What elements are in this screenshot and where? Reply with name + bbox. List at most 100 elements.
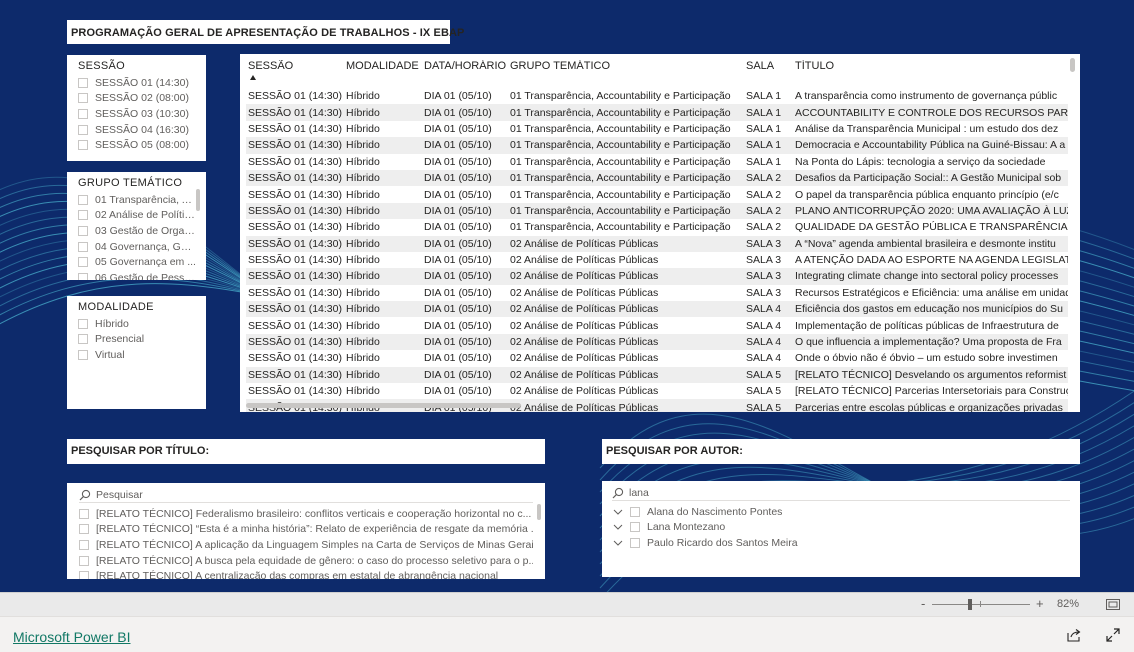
checkbox[interactable] bbox=[630, 522, 640, 533]
list-item[interactable]: [RELATO TÉCNICO] A centralização das com… bbox=[79, 568, 533, 579]
cell-sala: SALA 1 bbox=[746, 155, 782, 168]
checkbox[interactable] bbox=[78, 77, 88, 88]
checkbox[interactable] bbox=[79, 508, 89, 519]
table-row[interactable]: SESSÃO 01 (14:30) Híbrido DIA 01 (05/10) 02… bbox=[246, 252, 1068, 268]
fullscreen-icon[interactable] bbox=[1106, 628, 1120, 642]
checkbox[interactable] bbox=[78, 140, 88, 151]
table-row[interactable]: SESSÃO 01 (14:30) Híbrido DIA 01 (05/10) 01… bbox=[246, 88, 1068, 104]
column-header-modalidade[interactable]: MODALIDADE bbox=[344, 60, 422, 88]
cell-sessao: SESSÃO 01 (14:30) bbox=[248, 204, 342, 217]
chevron-down-icon[interactable] bbox=[612, 522, 624, 532]
zoom-bar: - + 82% bbox=[0, 592, 1134, 616]
checkbox[interactable] bbox=[78, 124, 88, 135]
table-row[interactable]: SESSÃO 01 (14:30) Híbrido DIA 01 (05/10) 01… bbox=[246, 137, 1068, 154]
chevron-down-icon[interactable] bbox=[612, 538, 624, 548]
list-item[interactable]: SESSÃO 03 (10:30) bbox=[78, 106, 196, 122]
table-row[interactable]: SESSÃO 01 (14:30) Híbrido DIA 01 (05/10) 02… bbox=[246, 350, 1068, 366]
author-search-slicer: Alana do Nascimento Pontes Lana Montezano… bbox=[602, 481, 1080, 577]
zoom-out-button[interactable]: - bbox=[921, 596, 925, 611]
zoom-slider-track[interactable] bbox=[932, 604, 1030, 605]
checkbox[interactable] bbox=[78, 194, 88, 205]
cell-data-horario: DIA 01 (05/10) bbox=[424, 254, 492, 267]
table-vertical-scrollbar[interactable] bbox=[1070, 58, 1075, 72]
table-row[interactable]: SESSÃO 01 (14:30) Híbrido DIA 01 (05/10) 02… bbox=[246, 383, 1068, 399]
list-item[interactable]: 05 Governança em ... bbox=[78, 254, 196, 270]
list-item[interactable]: SESSÃO 01 (14:30) bbox=[78, 75, 196, 91]
table-row[interactable]: SESSÃO 01 (14:30) Híbrido DIA 01 (05/10) 02… bbox=[246, 366, 1068, 384]
table-row[interactable]: SESSÃO 01 (14:30) Híbrido DIA 01 (05/10) 01… bbox=[246, 219, 1068, 235]
column-header-sala[interactable]: SALA bbox=[744, 60, 793, 88]
checkbox[interactable] bbox=[630, 506, 640, 517]
list-item[interactable]: Presencial bbox=[78, 332, 196, 348]
table-row[interactable]: SESSÃO 01 (14:30) Híbrido DIA 01 (05/10) 02… bbox=[246, 317, 1068, 333]
slicer-scrollbar[interactable] bbox=[196, 189, 200, 211]
cell-sala: SALA 3 bbox=[746, 237, 782, 250]
cell-data-horario: DIA 01 (05/10) bbox=[424, 106, 492, 119]
checkbox[interactable] bbox=[78, 334, 88, 345]
column-header-data-horario[interactable]: DATA/HORÁRIO bbox=[422, 60, 508, 88]
list-item[interactable]: [RELATO TÉCNICO] Federalismo brasileiro:… bbox=[79, 506, 533, 522]
table-row[interactable]: SESSÃO 01 (14:30) Híbrido DIA 01 (05/10) 01… bbox=[246, 186, 1068, 202]
column-header-titulo[interactable]: TÍTULO bbox=[793, 60, 1068, 88]
checkbox[interactable] bbox=[79, 524, 89, 535]
title-results-scrollbar[interactable] bbox=[537, 504, 541, 520]
list-item[interactable]: [RELATO TÉCNICO] A aplicação da Linguage… bbox=[79, 537, 533, 553]
power-bi-link[interactable]: Microsoft Power BI bbox=[13, 629, 130, 645]
table-row[interactable]: SESSÃO 01 (14:30) Híbrido DIA 01 (05/10) 01… bbox=[246, 121, 1068, 137]
table-horizontal-scrollbar[interactable] bbox=[246, 403, 521, 408]
checkbox[interactable] bbox=[630, 537, 640, 548]
table-row[interactable]: SESSÃO 01 (14:30) Híbrido DIA 01 (05/10) 01… bbox=[246, 154, 1068, 170]
list-item[interactable]: 03 Gestão de Organ... bbox=[78, 223, 196, 239]
checkbox[interactable] bbox=[78, 108, 88, 119]
title-search-input[interactable] bbox=[96, 488, 496, 501]
list-item[interactable]: Lana Montezano bbox=[612, 520, 1070, 536]
fit-to-page-icon[interactable] bbox=[1106, 599, 1120, 610]
checkbox[interactable] bbox=[78, 318, 88, 329]
list-item[interactable]: SESSÃO 05 (08:00) bbox=[78, 137, 196, 153]
list-item[interactable]: [RELATO TÉCNICO] A busca pela equidade d… bbox=[79, 553, 533, 569]
checkbox[interactable] bbox=[78, 93, 88, 104]
list-item[interactable]: SESSÃO 02 (08:00) bbox=[78, 91, 196, 107]
list-item[interactable]: SESSÃO 04 (16:30) bbox=[78, 122, 196, 138]
table-row[interactable]: SESSÃO 01 (14:30) Híbrido DIA 01 (05/10) 01… bbox=[246, 169, 1068, 187]
column-header-grupo-tematico[interactable]: GRUPO TEMÁTICO bbox=[508, 60, 744, 88]
cell-sessao: SESSÃO 01 (14:30) bbox=[248, 254, 342, 267]
list-item[interactable]: Híbrido bbox=[78, 316, 196, 332]
list-item[interactable]: Paulo Ricardo dos Santos Meira bbox=[612, 535, 1070, 551]
table-row[interactable]: SESSÃO 01 (14:30) Híbrido DIA 01 (05/10) 02… bbox=[246, 333, 1068, 351]
author-search-input[interactable] bbox=[629, 486, 1029, 499]
cell-data-horario: DIA 01 (05/10) bbox=[424, 204, 492, 217]
checkbox[interactable] bbox=[78, 210, 88, 221]
checkbox[interactable] bbox=[78, 349, 88, 360]
table-row[interactable]: SESSÃO 01 (14:30) Híbrido DIA 01 (05/10) 02… bbox=[246, 301, 1068, 318]
list-item[interactable]: 02 Análise de Polític... bbox=[78, 208, 196, 224]
list-item[interactable]: 06 Gestão de Pesso... bbox=[78, 270, 196, 280]
checkbox[interactable] bbox=[78, 225, 88, 236]
cell-sala: SALA 5 bbox=[746, 385, 782, 398]
cell-grupo-tematico: 01 Transparência, Accountability e Parti… bbox=[510, 155, 731, 168]
checkbox[interactable] bbox=[79, 555, 89, 566]
list-item[interactable]: Alana do Nascimento Pontes bbox=[612, 504, 1070, 520]
list-item[interactable]: 04 Governança, Gov... bbox=[78, 239, 196, 255]
checkbox[interactable] bbox=[78, 272, 88, 280]
cell-sessao: SESSÃO 01 (14:30) bbox=[248, 221, 342, 234]
checkbox[interactable] bbox=[79, 539, 89, 550]
chevron-down-icon[interactable] bbox=[612, 507, 624, 517]
checkbox[interactable] bbox=[79, 571, 89, 579]
list-item[interactable]: Virtual bbox=[78, 347, 196, 363]
zoom-in-button[interactable]: + bbox=[1036, 596, 1044, 611]
checkbox[interactable] bbox=[78, 241, 88, 252]
table-row[interactable]: SESSÃO 01 (14:30) Híbrido DIA 01 (05/10) 01… bbox=[246, 202, 1068, 220]
zoom-slider-thumb[interactable] bbox=[968, 599, 972, 610]
table-row[interactable]: SESSÃO 01 (14:30) Híbrido DIA 01 (05/10) 02… bbox=[246, 235, 1068, 252]
share-icon[interactable] bbox=[1067, 628, 1081, 642]
list-item[interactable]: 01 Transparência, A... bbox=[78, 192, 196, 208]
cell-sessao: SESSÃO 01 (14:30) bbox=[248, 122, 342, 135]
table-row[interactable]: SESSÃO 01 (14:30) Híbrido DIA 01 (05/10) 01… bbox=[246, 104, 1068, 121]
table-row[interactable]: SESSÃO 01 (14:30) Híbrido DIA 01 (05/10) 02… bbox=[246, 268, 1068, 285]
list-item[interactable]: [RELATO TÉCNICO] “Esta é a minha históri… bbox=[79, 522, 533, 538]
table-row[interactable]: SESSÃO 01 (14:30) Híbrido DIA 01 (05/10) 02… bbox=[246, 285, 1068, 301]
column-header-sessao[interactable]: SESSÃO bbox=[246, 60, 344, 88]
list-item-label: [RELATO TÉCNICO] A centralização das com… bbox=[96, 570, 499, 579]
checkbox[interactable] bbox=[78, 257, 88, 268]
